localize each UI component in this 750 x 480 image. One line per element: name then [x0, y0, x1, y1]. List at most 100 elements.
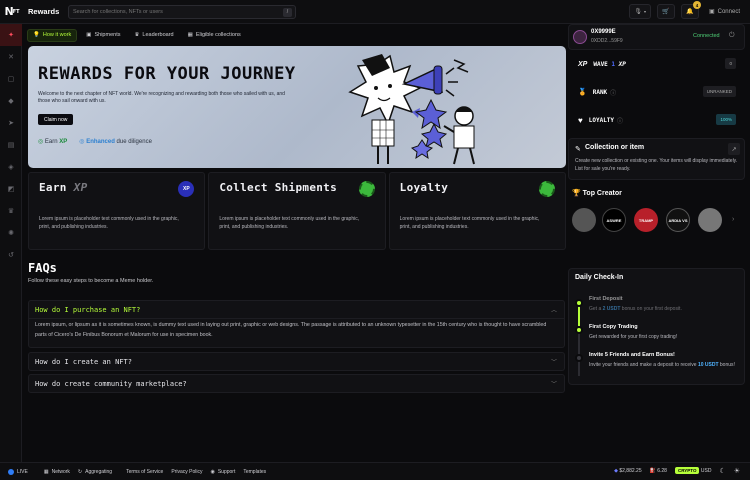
faq-item-create-nft: How do I create an NFT? ﹀	[28, 352, 565, 371]
tab-bar: 💡 How it work ▣ Shipments ♛ Leaderboard ▦ El…	[27, 26, 567, 44]
logo-letter: N	[4, 5, 13, 18]
hero-description: Welcome to the next chapter of NFT world…	[38, 91, 285, 104]
nav-chat-icon[interactable]: ▢	[0, 68, 22, 90]
card-earn-xp[interactable]: Earn XP XP Lorem ipsum is placeholder te…	[28, 172, 206, 250]
top-creator-card: 🏆 Top Creator ASWRE TRAMP ARDIA VS ›	[568, 184, 745, 266]
collection-card[interactable]: ✎ Collection or item Create new collecti…	[568, 138, 745, 180]
card-text: Lorem ipsum is placeholder text commonly…	[39, 216, 179, 230]
creator-avatar[interactable]: ARDIA VS	[666, 208, 690, 232]
brush-icon: ✎	[575, 146, 581, 153]
claim-now-button[interactable]: Claim now	[38, 114, 74, 125]
creator-avatar[interactable]	[698, 208, 722, 232]
cart-button[interactable]: 🛒	[656, 4, 675, 19]
search-input[interactable]	[73, 8, 273, 15]
stat-label: LOYALTY	[588, 116, 615, 124]
nav-send-icon[interactable]: ➤	[0, 112, 22, 134]
stat-value: UNRANKED	[702, 86, 736, 97]
tab-eligible-collections[interactable]: ▦ Eligible collections	[183, 29, 246, 42]
nav-cube-icon[interactable]: ◩	[0, 178, 22, 200]
moon-icon[interactable]: ☾	[719, 467, 725, 475]
checkin-item[interactable]: Invite 5 Friends and Earn Bonus! Invite …	[589, 352, 739, 369]
connect-label: Connect	[717, 8, 740, 15]
profile-address[interactable]: 0XDD2...59F9	[591, 38, 623, 44]
feature-cards: Earn XP XP Lorem ipsum is placeholder te…	[28, 172, 566, 250]
checkin-item-title: First Copy Trading	[589, 324, 638, 330]
tab-shipments[interactable]: ▣ Shipments	[81, 29, 125, 42]
creator-avatar[interactable]: ASWRE	[602, 208, 626, 232]
currency-toggle[interactable]: CRYPTO USD	[674, 467, 712, 474]
creator-avatar[interactable]: TRAMP	[634, 208, 658, 232]
arrow-up-right-icon[interactable]: ↗	[728, 143, 740, 155]
power-icon[interactable]: ⏻	[729, 32, 735, 40]
stat-loyalty: ♥ LOYALTY ⓘ 100%	[578, 114, 736, 126]
faq-question[interactable]: How do create community marketplace? ﹀	[29, 375, 564, 392]
notifications-button[interactable]: 🔔 4	[680, 1, 701, 19]
avatar[interactable]	[573, 30, 587, 44]
nav-trophy-icon[interactable]: ♛	[0, 200, 22, 222]
logo-sub: FT	[12, 8, 20, 15]
creator-avatar[interactable]	[572, 208, 596, 232]
card-loyalty[interactable]: Loyalty Lorem ipsum is placeholder text …	[388, 172, 566, 250]
faq-answer: Lorem ipsum, or lipsum as it is sometime…	[29, 318, 564, 347]
faq-question[interactable]: How do I purchase an NFT? ︿	[29, 301, 564, 318]
box-icon: ▣	[86, 32, 92, 38]
tab-label: How it work	[42, 32, 72, 38]
page-title: Rewards	[28, 7, 60, 16]
tab-label: Shipments	[94, 32, 121, 38]
sun-icon[interactable]: ☀	[734, 467, 740, 475]
nav-history-icon[interactable]: ↺	[0, 244, 22, 266]
footer-link[interactable]: Terms of Service	[126, 469, 163, 475]
network-status[interactable]: ▦ Network	[44, 469, 70, 475]
hero-features: ◎ Earn XP ◎ Enhanced due diligence	[38, 138, 152, 145]
eth-icon: ◆	[614, 468, 618, 474]
checkin-item-title: Invite 5 Friends and Earn Bonus!	[589, 352, 675, 358]
app-logo[interactable]: N FT	[0, 0, 24, 24]
nav-box-icon[interactable]: ◆	[0, 90, 22, 112]
nav-wallet-icon[interactable]: ▤	[0, 134, 22, 156]
currency-label[interactable]: USD	[701, 468, 712, 474]
footer-link[interactable]: Templates	[243, 469, 266, 475]
footer-link-support[interactable]: ◉ Support	[210, 469, 235, 475]
chevron-right-icon[interactable]: ›	[732, 216, 734, 223]
faq-question-text: How do I purchase an NFT?	[35, 305, 141, 314]
nav-tools-icon[interactable]: ✕	[0, 46, 22, 68]
connect-button[interactable]: ▣ Connect	[705, 4, 744, 19]
card-collect-shipments[interactable]: Collect Shipments Lorem ipsum is placeho…	[208, 172, 386, 250]
mic-icon: 🎙	[634, 9, 642, 15]
crypto-pill[interactable]: CRYPTO	[674, 467, 700, 474]
tab-leaderboard[interactable]: ♛ Leaderboard	[129, 29, 178, 42]
nav-stack-icon[interactable]: ◈	[0, 156, 22, 178]
checkin-item[interactable]: First Deposit Get a 2 USDT bonus on your…	[589, 296, 739, 313]
sync-icon: ↻	[77, 468, 83, 475]
mic-button[interactable]: 🎙 ▾	[629, 4, 651, 19]
chevron-down-icon: ▾	[643, 9, 646, 14]
footer-link[interactable]: Privacy Policy	[171, 469, 202, 475]
heart-icon: ♥	[578, 115, 583, 125]
feature-accent: XP	[59, 139, 68, 145]
info-icon[interactable]: ⓘ	[610, 88, 616, 97]
search-bar[interactable]: /	[68, 4, 296, 19]
checkin-item[interactable]: First Copy Trading Get rewarded for your…	[589, 324, 739, 341]
gas-price: ⛽ 6.28	[650, 468, 667, 474]
footer-link-label: Support	[217, 468, 236, 475]
trophy-icon: ♛	[134, 32, 140, 38]
card-title: Earn XP	[39, 181, 194, 194]
profile-card: 0X9999E 0XDD2...59F9 Connected ⏻	[568, 24, 745, 50]
xp-badge-icon: XP	[178, 181, 195, 197]
top-bar: NFT Rewards / 🎙▾ 🛒 🔔4 ▣Connect	[0, 0, 750, 24]
info-icon[interactable]: ⓘ	[617, 116, 623, 125]
network-icon: ▦	[43, 468, 49, 475]
checkin-title: Daily Check-In	[575, 274, 624, 281]
checkin-step-dot	[575, 354, 583, 362]
checkin-progress-track	[578, 302, 580, 376]
nav-rewards-icon[interactable]: ✦	[0, 24, 22, 46]
card-title: Collect Shipments	[219, 181, 338, 194]
tab-how-it-work[interactable]: 💡 How it work	[27, 28, 78, 42]
nav-settings-icon[interactable]: ✺	[0, 222, 22, 244]
faq-question[interactable]: How do I create an NFT? ﹀	[29, 353, 564, 370]
hero-banner: REWARDS FOR YOUR JOURNEY Welcome to the …	[28, 46, 566, 168]
checkin-item-desc: Get rewarded for your first copy trading…	[589, 334, 739, 341]
hero-feature-diligence: ◎ Enhanced due diligence	[79, 138, 152, 145]
card-title-text: Earn	[39, 181, 67, 194]
aggregating-status[interactable]: ↻ Aggregating	[78, 469, 112, 475]
